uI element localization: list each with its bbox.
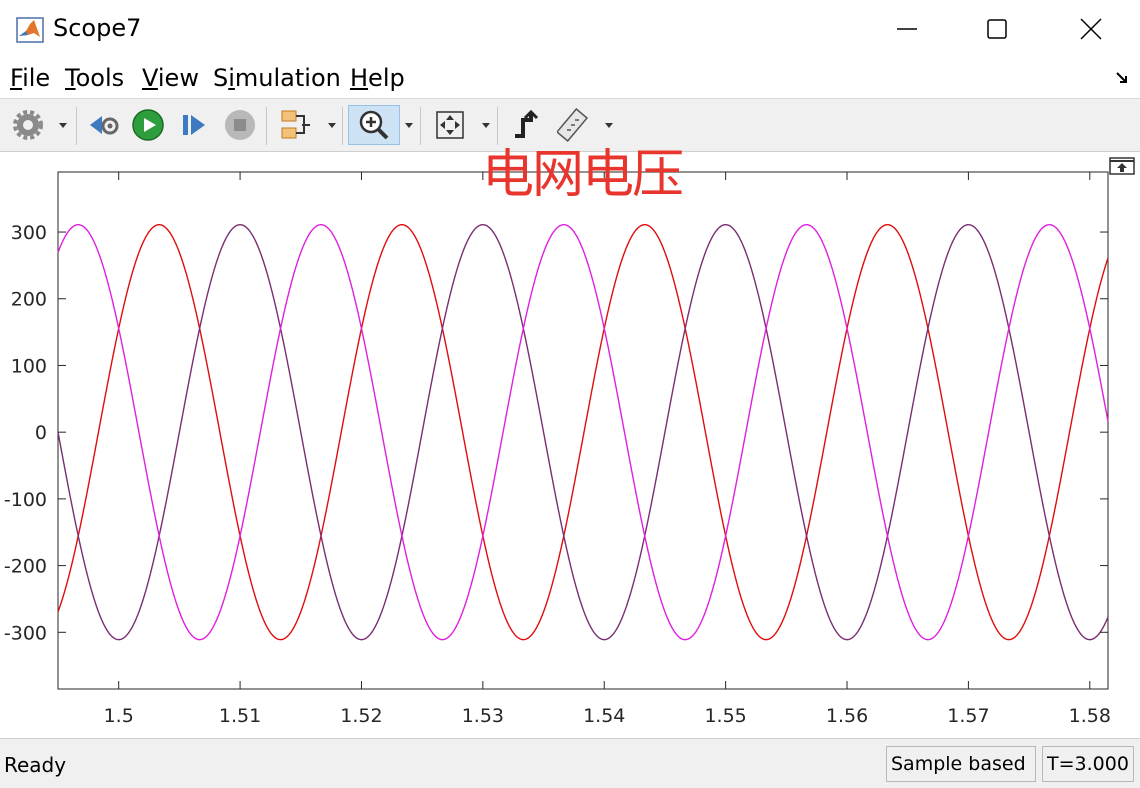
x-tick-label: 1.57: [947, 705, 989, 727]
x-tick-label: 1.53: [462, 705, 504, 727]
status-bar: Ready Sample based T=3.000: [0, 738, 1140, 788]
y-tick-label: 300: [11, 222, 47, 244]
x-tick-label: 1.56: [826, 705, 868, 727]
x-tick-label: 1.54: [583, 705, 625, 727]
scope-chart[interactable]: 1.5 1.51 1.52 1.53 1.54 1.55 1.56 1.57 1.58 300 20…: [0, 0, 1140, 738]
y-tick-label: 0: [35, 422, 47, 444]
y-tick-label: -300: [4, 622, 47, 644]
x-tick-label: 1.51: [219, 705, 261, 727]
time-indicator: T=3.000: [1042, 746, 1134, 782]
y-tick-label: -200: [4, 556, 47, 578]
x-tick-label: 1.58: [1069, 705, 1111, 727]
y-tick-label: 200: [11, 289, 47, 311]
x-tick-label: 1.5: [104, 705, 134, 727]
x-tick-label: 1.55: [704, 705, 746, 727]
chart-title: 电网电压: [482, 145, 684, 205]
x-tick-label: 1.52: [340, 705, 382, 727]
status-text: Ready: [4, 753, 67, 777]
sample-mode-indicator: Sample based: [886, 746, 1036, 782]
y-tick-label: -100: [4, 489, 47, 511]
restore-layout-icon[interactable]: [1109, 157, 1135, 175]
y-tick-label: 100: [11, 355, 47, 377]
